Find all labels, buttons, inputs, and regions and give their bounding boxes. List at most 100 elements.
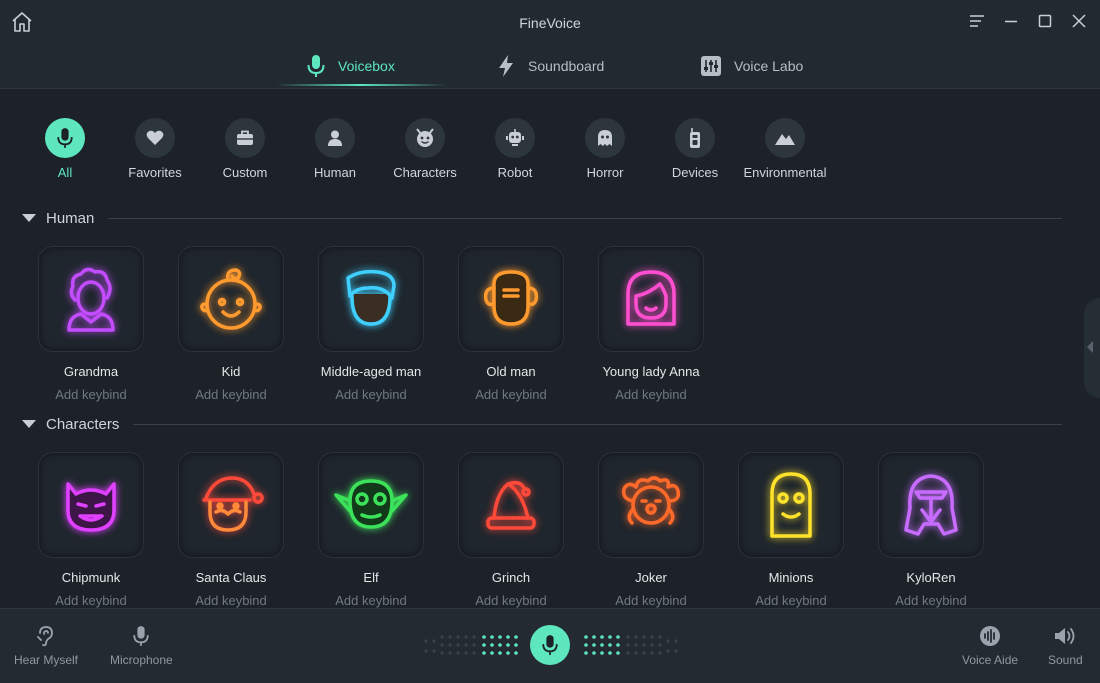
category-label: Horror <box>586 165 624 180</box>
category-label: Characters <box>393 165 457 180</box>
microphone-button[interactable]: Microphone <box>110 625 173 667</box>
voice-card-grandma[interactable]: Grandma Add keybind <box>21 247 161 407</box>
collapse-triangle-icon <box>22 420 36 428</box>
lightning-icon <box>499 55 513 77</box>
middle-aged-man-icon <box>346 269 396 326</box>
briefcase-icon <box>237 130 253 145</box>
voice-card-chipmunk[interactable]: Chipmunk Add keybind <box>21 453 161 613</box>
add-keybind-link[interactable]: Add keybind <box>615 387 687 402</box>
tab-soundboard[interactable]: Soundboard <box>496 44 604 88</box>
main-tabs: Voicebox Soundboard Voice Labo <box>0 44 1100 88</box>
add-keybind-link[interactable]: Add keybind <box>195 593 267 608</box>
category-label: Devices <box>671 165 719 180</box>
kyloren-helmet-icon <box>904 474 958 536</box>
side-panel-toggle[interactable] <box>1084 298 1100 398</box>
hear-myself-button[interactable]: Hear Myself <box>14 625 78 667</box>
voice-name: Chipmunk <box>61 570 121 585</box>
santa-claus-icon <box>202 476 264 532</box>
add-keybind-link[interactable]: Add keybind <box>475 387 547 402</box>
tab-voice-labo[interactable]: Voice Labo <box>700 44 803 88</box>
category-robot[interactable]: Robot <box>470 118 560 180</box>
hear-myself-label: Hear Myself <box>14 653 79 667</box>
add-keybind-link[interactable]: Add keybind <box>335 593 407 608</box>
sound-label: Sound <box>1048 653 1083 667</box>
category-label: All <box>57 165 73 180</box>
category-environmental[interactable]: Environmental <box>740 118 830 180</box>
category-label: Favorites <box>128 165 182 180</box>
walkie-talkie-icon <box>690 128 700 148</box>
volume-level-left <box>424 635 518 655</box>
title-bar: FineVoice Voicebox Soundboard Voice Labo <box>0 0 1100 89</box>
mic-icon <box>542 635 558 655</box>
voice-name: KyloRen <box>906 570 956 585</box>
tab-voicebox[interactable]: Voicebox <box>306 44 395 88</box>
voice-card-old-man[interactable]: Old man Add keybind <box>441 247 581 407</box>
mic-icon <box>57 128 73 148</box>
close-icon[interactable] <box>1070 12 1088 30</box>
maximize-icon[interactable] <box>1036 12 1054 30</box>
voice-aide-button[interactable]: Voice Aide <box>962 625 1018 667</box>
voice-card-kid[interactable]: Kid Add keybind <box>161 247 301 407</box>
sound-button[interactable]: Sound <box>1048 625 1083 667</box>
voice-name: Middle-aged man <box>320 364 422 379</box>
voice-card-minions[interactable]: Minions Add keybind <box>721 453 861 613</box>
category-devices[interactable]: Devices <box>650 118 740 180</box>
main-mic-button[interactable] <box>530 625 570 665</box>
category-custom[interactable]: Custom <box>200 118 290 180</box>
add-keybind-link[interactable]: Add keybind <box>895 593 967 608</box>
voice-name: Joker <box>635 570 667 585</box>
divider <box>108 217 1062 219</box>
minimize-icon[interactable] <box>1002 12 1020 30</box>
category-label: Custom <box>222 165 268 180</box>
grinch-hat-icon <box>486 480 536 530</box>
devil-icon <box>416 128 434 147</box>
section-header-characters[interactable]: Characters <box>22 414 1062 434</box>
voice-card-elf[interactable]: Elf Add keybind <box>301 453 441 613</box>
voice-card-young-lady-anna[interactable]: Young lady Anna Add keybind <box>581 247 721 407</box>
category-human[interactable]: Human <box>290 118 380 180</box>
section-header-human[interactable]: Human <box>22 208 1062 228</box>
voice-name: Grinch <box>491 570 531 585</box>
section-title: Human <box>46 209 95 227</box>
menu-icon[interactable] <box>968 12 986 30</box>
add-keybind-link[interactable]: Add keybind <box>55 387 127 402</box>
app-title: FineVoice <box>519 15 581 31</box>
voice-card-kyloren[interactable]: KyloRen Add keybind <box>861 453 1001 613</box>
voice-name: Santa Claus <box>195 570 267 585</box>
chipmunk-icon <box>66 482 116 532</box>
category-all[interactable]: All <box>20 118 110 180</box>
voice-name: Minions <box>768 570 814 585</box>
voice-card-grinch[interactable]: Grinch Add keybind <box>441 453 581 613</box>
grandma-icon <box>67 267 115 332</box>
add-keybind-link[interactable]: Add keybind <box>55 593 127 608</box>
voice-name: Kid <box>221 364 241 379</box>
add-keybind-link[interactable]: Add keybind <box>195 387 267 402</box>
active-tab-indicator <box>276 84 446 86</box>
add-keybind-link[interactable]: Add keybind <box>615 593 687 608</box>
add-keybind-link[interactable]: Add keybind <box>335 387 407 402</box>
divider <box>133 423 1062 425</box>
add-keybind-link[interactable]: Add keybind <box>755 593 827 608</box>
heart-icon <box>146 130 164 145</box>
category-characters[interactable]: Characters <box>380 118 470 180</box>
minion-icon <box>770 472 812 538</box>
sliders-icon <box>701 56 721 76</box>
voice-card-middle-aged-man[interactable]: Middle-aged man Add keybind <box>301 247 441 407</box>
voice-name: Elf <box>363 570 379 585</box>
bottom-bar: Hear Myself Microphone Voice Aide Sound <box>0 608 1100 683</box>
category-label: Human <box>314 165 356 180</box>
tab-label: Soundboard <box>528 58 605 74</box>
add-keybind-link[interactable]: Add keybind <box>475 593 547 608</box>
section-title: Characters <box>46 415 120 433</box>
category-label: Robot <box>497 165 533 180</box>
robot-icon <box>506 129 524 146</box>
voice-name: Old man <box>486 364 536 379</box>
category-horror[interactable]: Horror <box>560 118 650 180</box>
joker-icon <box>621 476 681 525</box>
collapse-triangle-icon <box>22 214 36 222</box>
ear-icon <box>37 626 53 647</box>
voice-name: Grandma <box>63 364 119 379</box>
voice-card-santa-claus[interactable]: Santa Claus Add keybind <box>161 453 301 613</box>
voice-card-joker[interactable]: Joker Add keybind <box>581 453 721 613</box>
category-favorites[interactable]: Favorites <box>110 118 200 180</box>
